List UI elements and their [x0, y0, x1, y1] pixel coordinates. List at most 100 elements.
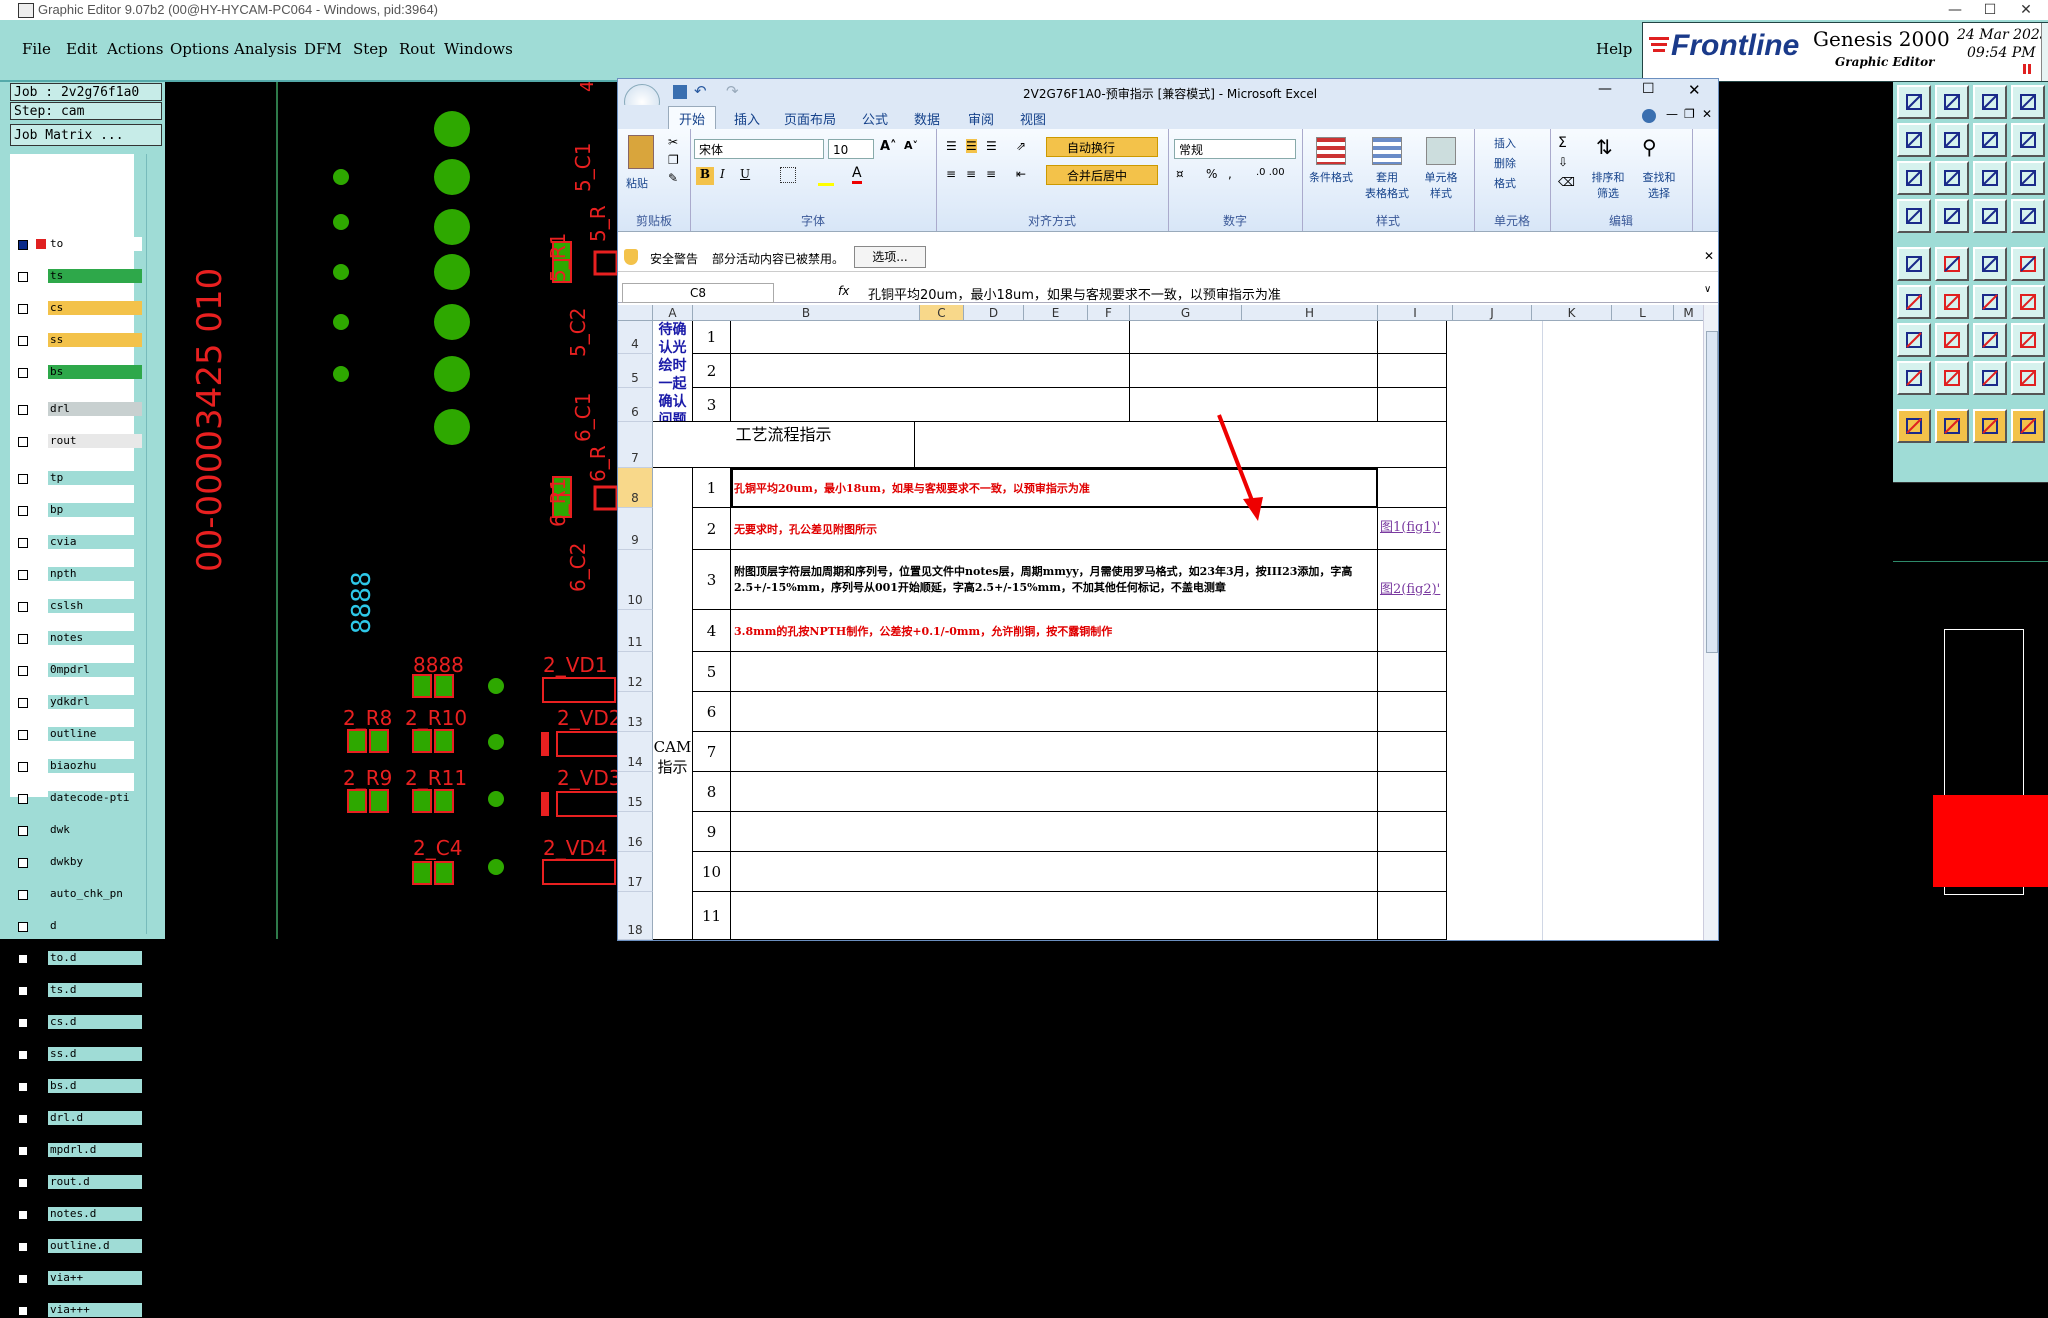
shape-icon[interactable]: [2011, 285, 2045, 319]
layer-checkbox[interactable]: [18, 858, 28, 868]
merge-center-button[interactable]: 合并后居中: [1046, 165, 1158, 185]
layer-list-scrollbar[interactable]: [146, 154, 163, 934]
format-table-icon[interactable]: [1372, 137, 1402, 165]
maximize-button[interactable]: ☐: [1970, 0, 2010, 20]
column-header[interactable]: G: [1130, 305, 1242, 321]
decimal-icon[interactable]: .0 .00: [1256, 167, 1285, 178]
font-name-combo[interactable]: 宋体: [694, 139, 824, 159]
formula-input[interactable]: 孔铜平均20um，最小18um，如果与客规要求不一致，以预审指示为准: [868, 284, 1281, 303]
layer-row[interactable]: to.d: [12, 951, 142, 966]
layer-row[interactable]: cslsh: [12, 599, 142, 614]
row-header[interactable]: 11: [618, 610, 653, 652]
layer-name[interactable]: bs.d: [48, 1079, 142, 1093]
open-icon[interactable]: [1897, 85, 1931, 119]
layer-row[interactable]: ts.d: [12, 983, 142, 998]
row-header[interactable]: 16: [618, 812, 653, 852]
layer-checkbox[interactable]: [18, 304, 28, 314]
layer-checkbox[interactable]: [18, 272, 28, 282]
grid-icon[interactable]: [2011, 161, 2045, 195]
autosum-icon[interactable]: Σ: [1558, 135, 1567, 151]
delta-icon[interactable]: [1897, 361, 1931, 395]
options-button[interactable]: 选项...: [854, 246, 926, 268]
layer-name[interactable]: rout.d: [48, 1175, 142, 1189]
wrap-text-button[interactable]: 自动换行: [1046, 137, 1158, 157]
line-icon[interactable]: [1935, 161, 1969, 195]
snap-icon[interactable]: [1897, 161, 1931, 195]
job-matrix-button[interactable]: Job Matrix ...: [10, 124, 162, 146]
name-box[interactable]: C8: [622, 283, 774, 303]
layer-row[interactable]: datecode-pti: [12, 791, 142, 806]
layer-checkbox[interactable]: [18, 437, 28, 447]
circle-icon[interactable]: [2011, 199, 2045, 233]
sort-filter-icon[interactable]: ⇅: [1596, 135, 1613, 159]
instruction-ref-cell[interactable]: [1378, 692, 1447, 732]
warning-close-icon[interactable]: ✕: [1704, 249, 1714, 263]
home-icon[interactable]: [1973, 85, 2007, 119]
instruction-ref-cell[interactable]: [1378, 610, 1447, 652]
layer-name[interactable]: cvia: [48, 535, 142, 549]
scroll-thumb[interactable]: [1706, 331, 1718, 653]
minimize-button[interactable]: —: [1935, 0, 1975, 20]
layer-name[interactable]: outline: [48, 727, 142, 741]
number-format-combo[interactable]: 常规: [1174, 139, 1296, 159]
layer-checkbox[interactable]: [18, 538, 28, 548]
layer-checkbox[interactable]: [18, 922, 28, 932]
delete-cells-button[interactable]: 删除: [1494, 155, 1516, 171]
paste-icon[interactable]: [628, 135, 654, 169]
layer-row[interactable]: rout.d: [12, 1175, 142, 1190]
net-icon[interactable]: [1897, 247, 1931, 281]
layer-row[interactable]: outline.d: [12, 1239, 142, 1254]
row-header[interactable]: 12: [618, 652, 653, 692]
layer-checkbox[interactable]: [18, 1050, 28, 1060]
comma-icon[interactable]: ,: [1228, 167, 1232, 181]
cell-style-button[interactable]: 单元格 样式: [1416, 169, 1466, 201]
row-header[interactable]: 15: [618, 772, 653, 812]
layer-row[interactable]: mpdrl.d: [12, 1143, 142, 1158]
indent-icon[interactable]: ⇤: [1016, 167, 1026, 181]
column-header[interactable]: K: [1532, 305, 1612, 321]
shrink-font-icon[interactable]: A˅: [904, 139, 918, 152]
layer-row[interactable]: tp: [12, 471, 142, 486]
layer-row[interactable]: npth: [12, 567, 142, 582]
layer-name[interactable]: ts.d: [48, 983, 142, 997]
layer-name[interactable]: cs.d: [48, 1015, 142, 1029]
layer-row[interactable]: to: [12, 237, 142, 252]
italic-icon[interactable]: I: [720, 167, 725, 181]
layer-checkbox[interactable]: [18, 368, 28, 378]
pending-cell-right[interactable]: [1130, 354, 1378, 388]
layer-row[interactable]: rout: [12, 434, 142, 449]
currency-icon[interactable]: ¤: [1176, 167, 1184, 181]
percent-icon[interactable]: %: [1206, 167, 1217, 181]
angle-icon[interactable]: [1897, 285, 1931, 319]
layer-checkbox[interactable]: [18, 954, 28, 964]
row-header[interactable]: 6: [618, 388, 653, 422]
route-icon[interactable]: [1973, 247, 2007, 281]
layer-name[interactable]: notes: [48, 631, 142, 645]
layer-row[interactable]: dwk: [12, 823, 142, 838]
pad-icon[interactable]: [1897, 199, 1931, 233]
row-header[interactable]: 7: [618, 422, 653, 468]
layer-name[interactable]: to: [48, 237, 142, 251]
tab-view[interactable]: 视图: [1020, 109, 1046, 128]
layer-checkbox[interactable]: [18, 986, 28, 996]
menu-help[interactable]: Help: [1596, 40, 1632, 58]
layer-checkbox[interactable]: [18, 506, 28, 516]
layer-row[interactable]: ydkdrl: [12, 695, 142, 710]
layer-name[interactable]: d: [48, 919, 142, 933]
menu-dfm[interactable]: DFM: [304, 40, 342, 58]
layer-name[interactable]: bp: [48, 503, 142, 517]
layer-name[interactable]: ss: [48, 333, 142, 347]
process-flow-cell[interactable]: [915, 422, 1447, 468]
layer-row[interactable]: cvia: [12, 535, 142, 550]
align-center-icon[interactable]: ≡: [966, 167, 976, 181]
instruction-cell[interactable]: [731, 812, 1378, 852]
layer-name[interactable]: via++: [48, 1271, 142, 1285]
column-header[interactable]: B: [693, 305, 920, 321]
fill-icon[interactable]: ⇩: [1558, 155, 1568, 169]
layer-checkbox[interactable]: [18, 240, 28, 250]
layer-name[interactable]: auto_chk_pn: [48, 887, 142, 901]
layer-name[interactable]: cslsh: [48, 599, 142, 613]
menu-analysis[interactable]: Analysis: [234, 40, 297, 58]
layer-row[interactable]: notes.d: [12, 1207, 142, 1222]
figure-link[interactable]: 图2(fig2)': [1378, 578, 1440, 597]
